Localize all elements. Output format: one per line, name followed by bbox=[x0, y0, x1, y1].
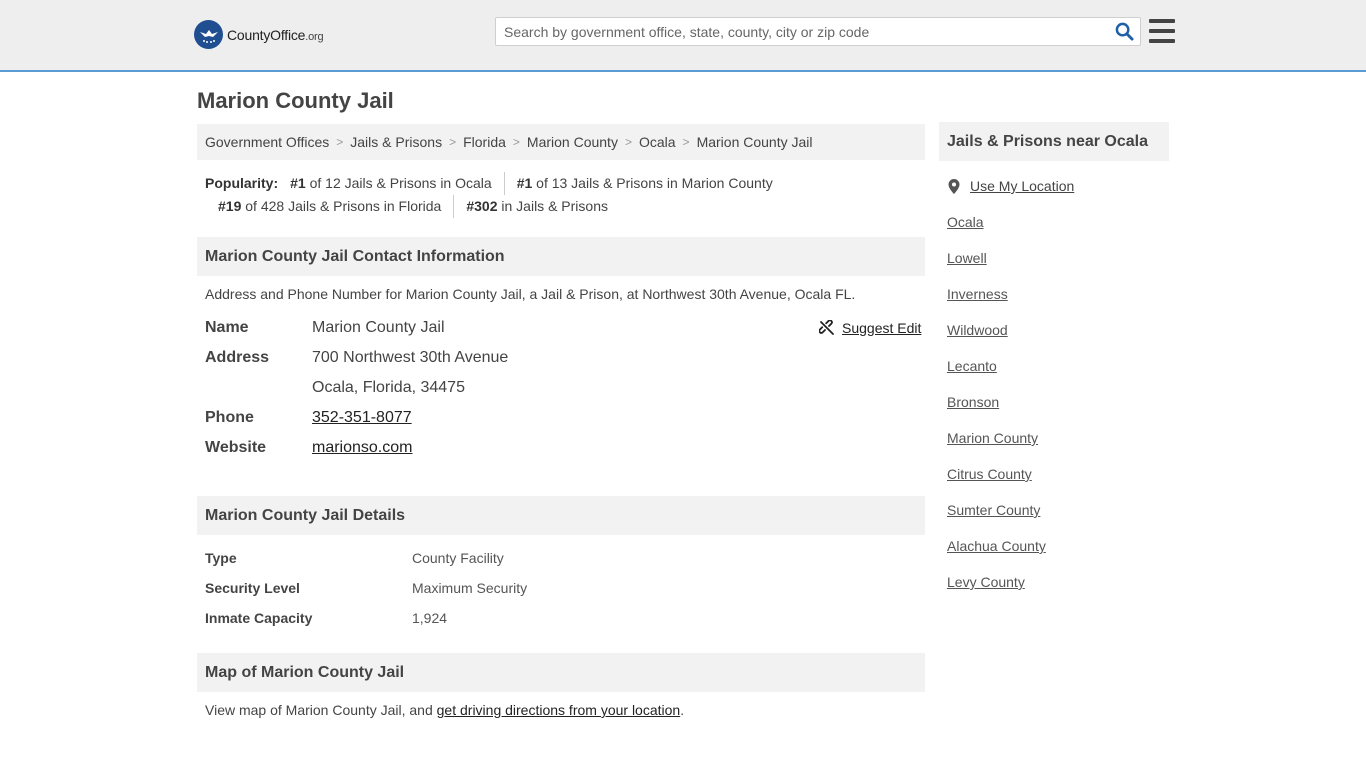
detail-value: Maximum Security bbox=[412, 580, 528, 596]
suggest-edit[interactable]: Suggest Edit bbox=[819, 320, 921, 336]
breadcrumb-jails-prisons[interactable]: Jails & Prisons bbox=[350, 134, 442, 150]
list-item: Citrus County bbox=[947, 466, 1046, 502]
nearby-place-marion-county[interactable]: Marion County bbox=[947, 430, 1038, 446]
name-value: Marion County Jail bbox=[312, 319, 445, 336]
address-line1: 700 Northwest 30th Avenue bbox=[312, 349, 509, 366]
address-label: Address bbox=[205, 349, 270, 366]
breadcrumb-marion-county[interactable]: Marion County bbox=[527, 134, 618, 150]
info-row-name: Name Marion County Jail bbox=[205, 319, 445, 337]
website-link[interactable]: marionso.com bbox=[312, 439, 412, 456]
driving-directions-link[interactable]: get driving directions from your locatio… bbox=[437, 702, 681, 718]
breadcrumb-government-offices[interactable]: Government Offices bbox=[205, 134, 329, 150]
list-item: Sumter County bbox=[947, 502, 1046, 538]
list-item: Alachua County bbox=[947, 538, 1046, 574]
detail-value: 1,924 bbox=[412, 610, 448, 626]
nearby-place-ocala[interactable]: Ocala bbox=[947, 214, 984, 230]
popularity-rank-city: #1 of 12 Jails & Prisons in Ocala bbox=[290, 175, 492, 191]
sidebar-heading: Jails & Prisons near Ocala bbox=[939, 122, 1169, 161]
breadcrumb-florida[interactable]: Florida bbox=[463, 134, 506, 150]
hamburger-menu-icon[interactable] bbox=[1149, 19, 1175, 43]
nearby-places-list: Ocala Lowell Inverness Wildwood Lecanto … bbox=[947, 214, 1046, 610]
nearby-place-bronson[interactable]: Bronson bbox=[947, 394, 999, 410]
list-item: Bronson bbox=[947, 394, 1046, 430]
list-item: Lowell bbox=[947, 250, 1046, 286]
list-item: Inverness bbox=[947, 286, 1046, 322]
breadcrumb-separator: > bbox=[449, 135, 457, 149]
detail-row-security-level: Security Level Maximum Security bbox=[205, 580, 527, 596]
list-item: Levy County bbox=[947, 574, 1046, 610]
detail-value: County Facility bbox=[412, 550, 504, 566]
breadcrumb-current: Marion County Jail bbox=[696, 134, 813, 150]
breadcrumb-separator: > bbox=[336, 135, 344, 149]
search-button[interactable] bbox=[1108, 18, 1140, 45]
nearby-place-lowell[interactable]: Lowell bbox=[947, 250, 987, 266]
nearby-place-wildwood[interactable]: Wildwood bbox=[947, 322, 1008, 338]
map-marker-icon bbox=[948, 178, 960, 194]
page-title: Marion County Jail bbox=[197, 88, 394, 113]
eagle-seal-icon bbox=[194, 20, 223, 49]
phone-link[interactable]: 352-351-8077 bbox=[312, 409, 412, 426]
info-row-website: Website marionso.com bbox=[205, 439, 412, 457]
popularity-rank-national: #302 in Jails & Prisons bbox=[453, 195, 620, 218]
popularity-rank-county: #1 of 13 Jails & Prisons in Marion Count… bbox=[503, 172, 785, 195]
site-logo[interactable]: CountyOffice.org bbox=[194, 20, 324, 49]
contact-section-heading: Marion County Jail Contact Information bbox=[197, 237, 925, 276]
logo-text: CountyOffice.org bbox=[227, 26, 324, 43]
list-item: Ocala bbox=[947, 214, 1046, 250]
map-description: View map of Marion County Jail, and get … bbox=[205, 702, 685, 718]
use-my-location-link[interactable]: Use My Location bbox=[970, 178, 1074, 194]
info-row-address: Address 700 Northwest 30th Avenue bbox=[205, 349, 508, 367]
list-item: Lecanto bbox=[947, 358, 1046, 394]
detail-label: Inmate Capacity bbox=[205, 610, 313, 626]
name-label: Name bbox=[205, 319, 249, 336]
use-my-location[interactable]: Use My Location bbox=[948, 178, 1074, 194]
detail-row-type: Type County Facility bbox=[205, 550, 504, 566]
info-row-address-2: Ocala, Florida, 34475 bbox=[205, 379, 465, 397]
breadcrumb-separator: > bbox=[624, 135, 632, 149]
detail-label: Security Level bbox=[205, 580, 300, 596]
map-section-heading: Map of Marion County Jail bbox=[197, 653, 925, 692]
search-bar bbox=[495, 17, 1141, 46]
nearby-place-levy-county[interactable]: Levy County bbox=[947, 574, 1025, 590]
nearby-place-inverness[interactable]: Inverness bbox=[947, 286, 1008, 302]
list-item: Marion County bbox=[947, 430, 1046, 466]
nearby-place-sumter-county[interactable]: Sumter County bbox=[947, 502, 1040, 518]
search-input[interactable] bbox=[496, 18, 1108, 45]
website-label: Website bbox=[205, 439, 267, 456]
popularity-rank-state: #19 of 428 Jails & Prisons in Florida bbox=[218, 198, 442, 214]
info-row-phone: Phone 352-351-8077 bbox=[205, 409, 412, 427]
phone-label: Phone bbox=[205, 409, 254, 426]
nearby-place-lecanto[interactable]: Lecanto bbox=[947, 358, 997, 374]
popularity-label: Popularity: bbox=[205, 175, 279, 191]
breadcrumb: Government Offices > Jails & Prisons > F… bbox=[197, 124, 925, 160]
suggest-edit-link[interactable]: Suggest Edit bbox=[842, 320, 921, 336]
breadcrumb-separator: > bbox=[512, 135, 520, 149]
detail-row-inmate-capacity: Inmate Capacity 1,924 bbox=[205, 610, 447, 626]
address-line2: Ocala, Florida, 34475 bbox=[312, 379, 465, 396]
detail-label: Type bbox=[205, 550, 237, 566]
site-header: CountyOffice.org bbox=[0, 0, 1366, 72]
breadcrumb-ocala[interactable]: Ocala bbox=[639, 134, 676, 150]
details-section-heading: Marion County Jail Details bbox=[197, 496, 925, 535]
broken-link-icon bbox=[819, 320, 834, 335]
breadcrumb-separator: > bbox=[682, 135, 690, 149]
popularity-ranks: Popularity: #1 of 12 Jails & Prisons in … bbox=[205, 172, 925, 218]
nearby-place-citrus-county[interactable]: Citrus County bbox=[947, 466, 1032, 482]
list-item: Wildwood bbox=[947, 322, 1046, 358]
nearby-place-alachua-county[interactable]: Alachua County bbox=[947, 538, 1046, 554]
search-icon bbox=[1115, 22, 1134, 41]
contact-description: Address and Phone Number for Marion Coun… bbox=[205, 286, 856, 302]
